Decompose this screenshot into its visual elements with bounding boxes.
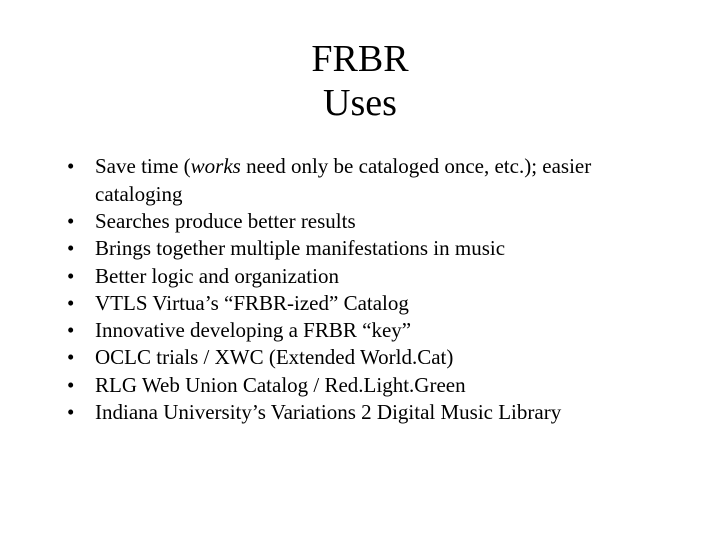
- list-item: Indiana University’s Variations 2 Digita…: [55, 399, 665, 426]
- bullet-text: Better logic and organization: [95, 264, 339, 288]
- bullet-text: Indiana University’s Variations 2 Digita…: [95, 400, 561, 424]
- bullet-text: Innovative developing a FRBR “key”: [95, 318, 411, 342]
- list-item: VTLS Virtua’s “FRBR-ized” Catalog: [55, 290, 665, 317]
- title-line-1: FRBR: [55, 38, 665, 82]
- slide-title: FRBR Uses: [55, 38, 665, 125]
- bullet-text: RLG Web Union Catalog / Red.Light.Green: [95, 373, 466, 397]
- list-item: Brings together multiple manifestations …: [55, 235, 665, 262]
- bullet-text: Searches produce better results: [95, 209, 356, 233]
- list-item: RLG Web Union Catalog / Red.Light.Green: [55, 372, 665, 399]
- bullet-list: Save time (works need only be cataloged …: [55, 153, 665, 426]
- bullet-text: VTLS Virtua’s “FRBR-ized” Catalog: [95, 291, 409, 315]
- list-item: OCLC trials / XWC (Extended World.Cat): [55, 344, 665, 371]
- list-item: Better logic and organization: [55, 263, 665, 290]
- bullet-text-pre: Save time (: [95, 154, 191, 178]
- bullet-text-italic: works: [191, 154, 241, 178]
- bullet-text: Brings together multiple manifestations …: [95, 236, 505, 260]
- list-item: Searches produce better results: [55, 208, 665, 235]
- title-line-2: Uses: [55, 82, 665, 126]
- list-item: Save time (works need only be cataloged …: [55, 153, 665, 208]
- bullet-text: OCLC trials / XWC (Extended World.Cat): [95, 345, 453, 369]
- list-item: Innovative developing a FRBR “key”: [55, 317, 665, 344]
